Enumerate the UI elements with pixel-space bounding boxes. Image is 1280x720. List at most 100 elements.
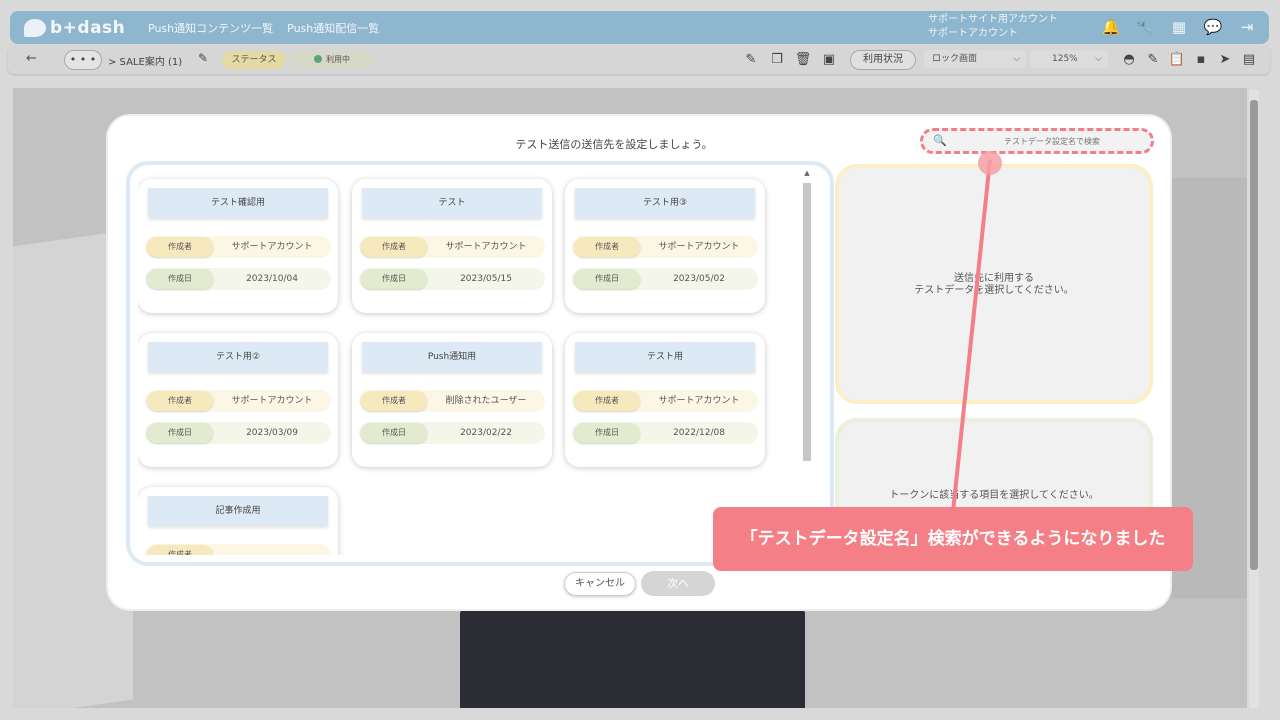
status-value: 利用中 [326,55,350,64]
author-label: 作成者 [147,545,213,555]
card-author-row: 作成者 サポートアカウント [572,390,758,412]
test-data-card[interactable]: テスト 作成者 サポートアカウント 作成日 2023/05/15 [352,179,552,313]
author-label: 作成者 [361,391,427,411]
nav-push-delivery-list[interactable]: Push通知配信一覧 [287,20,379,36]
card-author-row: 作成者 サポートアカウント [145,236,331,258]
test-data-card[interactable]: 記事作成用 作成者 [138,487,338,555]
test-data-cards: テスト確認用 作成者 サポートアカウント 作成日 2023/10/04 テスト 作成… [138,165,798,555]
date-label: 作成日 [361,269,427,289]
preview-bottom-message: トークンに該当する項目を選択してください。 [889,490,1099,501]
author-label: 作成者 [147,237,213,257]
list-scrollbar-thumb[interactable] [803,183,811,461]
usage-button[interactable]: 利用状況 [850,50,916,70]
edit-icon[interactable]: ✎ [742,51,760,69]
author-value: 削除されたユーザー [445,396,527,406]
list-scrollbar[interactable]: ▲ [802,169,812,555]
date-label: 作成日 [574,423,640,443]
back-arrow-icon[interactable]: ← [26,51,37,66]
card-title: Push通知用 [362,342,542,372]
preview-top-message: 送信先に利用する テストデータを選択してください。 [839,273,1149,297]
card-author-row: 作成者 サポートアカウント [145,390,331,412]
scroll-up-icon[interactable]: ▲ [802,169,812,177]
date-label: 作成日 [574,269,640,289]
pencil-icon[interactable]: ✎ [1144,51,1162,69]
page-scrollbar[interactable] [1249,90,1259,708]
android-icon[interactable]: ◓ [1120,51,1138,69]
card-author-row: 作成者 サポートアカウント [572,236,758,258]
date-value: 2023/03/09 [246,428,298,438]
date-value: 2023/05/02 [673,274,725,284]
test-data-card[interactable]: Push通知用 作成者 削除されたユーザー 作成日 2023/02/22 [352,333,552,467]
author-value: サポートアカウント [658,242,740,252]
document-icon[interactable]: ▤ [1240,51,1258,69]
card-title: 記事作成用 [148,496,328,526]
test-data-card[interactable]: テスト用③ 作成者 サポートアカウント 作成日 2023/05/02 [565,179,765,313]
pencil-icon[interactable]: ✎ [198,51,208,65]
test-data-card[interactable]: テスト用 作成者 サポートアカウント 作成日 2022/12/08 [565,333,765,467]
card-date-row: 作成日 2022/12/08 [572,422,758,444]
date-value: 2023/02/22 [460,428,512,438]
page-scrollbar-thumb[interactable] [1250,100,1258,570]
send-icon[interactable]: ➤ [1216,51,1234,69]
account-user: サポートアカウント [928,28,1018,39]
screen-select-value: ロック画面 [932,54,978,64]
preview-top-line1: 送信先に利用する [954,273,1034,284]
search-input[interactable] [957,134,1147,148]
archive-icon[interactable]: ▣ [820,51,838,69]
author-value [217,544,327,555]
toolbar: ← • • • > SALE案内 (1) ✎ ステータス 利用中 ✎ ❐ 🗑 ▣… [8,46,1270,74]
chat-icon[interactable]: 💬 [1203,17,1223,37]
author-label: 作成者 [574,237,640,257]
status-label: ステータス [222,51,286,69]
date-label: 作成日 [147,423,213,443]
date-value: 2023/05/15 [460,274,512,284]
account-info[interactable]: サポートサイト用アカウント サポートアカウント [928,13,1058,41]
card-title: テスト確認用 [148,188,328,218]
card-author-row: 作成者 [145,544,331,555]
logo[interactable]: b+dash [24,18,134,38]
card-author-row: 作成者 サポートアカウント [359,236,545,258]
zoom-select-value: 125% [1052,54,1078,64]
author-value: サポートアカウント [658,396,740,406]
search-icon: 🔍 [933,134,947,147]
author-value: サポートアカウント [231,396,313,406]
search-box[interactable]: 🔍 [920,128,1154,154]
date-value: 2023/10/04 [246,274,298,284]
clipboard-icon[interactable]: 📋 [1168,51,1186,69]
date-value: 2022/12/08 [673,428,725,438]
card-date-row: 作成日 2023/05/02 [572,268,758,290]
test-data-list: テスト確認用 作成者 サポートアカウント 作成日 2023/10/04 テスト 作成… [126,161,834,566]
card-author-row: 作成者 削除されたユーザー [359,390,545,412]
card-title: テスト [362,188,542,218]
card-title: テスト用② [148,342,328,372]
cancel-button[interactable]: キャンセル [564,572,636,596]
wrench-icon[interactable]: 🔧 [1135,17,1155,37]
test-data-card[interactable]: テスト用② 作成者 サポートアカウント 作成日 2023/03/09 [138,333,338,467]
breadcrumb[interactable]: > SALE案内 (1) [108,53,182,68]
preview-test-data: 送信先に利用する テストデータを選択してください。 [835,164,1153,404]
author-value: サポートアカウント [445,242,527,252]
card-date-row: 作成日 2023/02/22 [359,422,545,444]
card-title: テスト用③ [575,188,755,218]
zoom-select[interactable]: 125% ⌵ [1030,50,1108,68]
check-circle-icon [314,55,322,63]
user-card-icon[interactable]: ▪ [1192,51,1210,69]
date-label: 作成日 [147,269,213,289]
copy-icon[interactable]: ❐ [768,51,786,69]
chevron-down-icon: ⌵ [1013,54,1020,64]
nav-push-content-list[interactable]: Push通知コンテンツ一覧 [148,20,273,36]
logout-icon[interactable]: ⇥ [1237,17,1257,37]
card-date-row: 作成日 2023/05/15 [359,268,545,290]
preview-top-line2: テストデータを選択してください。 [914,285,1074,296]
bell-icon[interactable]: 🔔 [1101,17,1121,37]
more-button[interactable]: • • • [64,50,102,70]
next-button[interactable]: 次へ [641,571,715,596]
logo-mark-icon [24,18,46,37]
test-data-card[interactable]: テスト確認用 作成者 サポートアカウント 作成日 2023/10/04 [138,179,338,313]
author-label: 作成者 [147,391,213,411]
trash-icon[interactable]: 🗑 [794,51,812,69]
grid-icon[interactable]: ▦ [1169,17,1189,37]
app-header: b+dash Push通知コンテンツ一覧 Push通知配信一覧 サポートサイト用… [10,11,1269,44]
logo-text: b+dash [50,17,126,38]
screen-select[interactable]: ロック画面 ⌵ [924,50,1026,68]
